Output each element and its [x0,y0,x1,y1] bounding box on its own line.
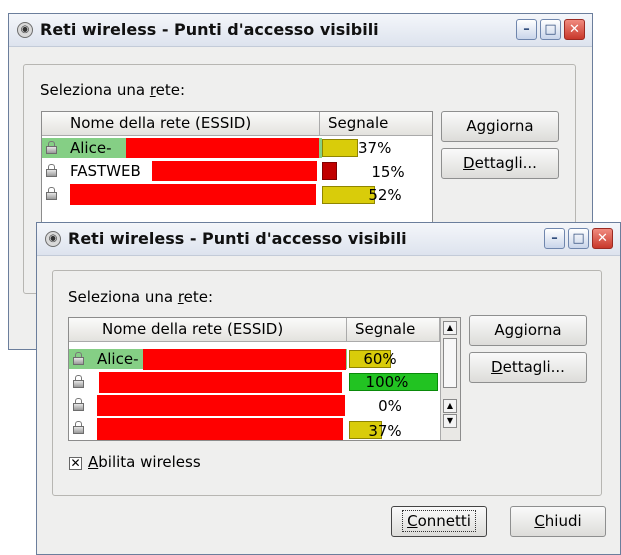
network-row[interactable] [69,418,347,440]
connection-dialog-window: ◉ Reti wireless - Punti d'accesso visibi… [36,222,621,555]
enable-wireless-checkbox[interactable]: ✕ [69,457,82,470]
signal-percent: 52% [368,186,402,204]
signal-percent: 37% [368,422,402,440]
minimize-button[interactable]: – [544,228,565,249]
close-icon: ✕ [569,22,580,37]
dialog-title: Reti wireless - Punti d'accesso visibili [68,229,407,248]
network-row[interactable]: Alice- [69,349,347,370]
signal-bar [322,162,337,180]
network-row[interactable] [69,372,347,393]
network-essid: Alice- [70,139,112,157]
scroll-up-button[interactable]: ▲ [443,321,457,335]
back-details-button[interactable]: Dettagli... [441,148,559,179]
network-essid: FASTWEB [70,162,141,180]
details-button[interactable]: Dettagli... [469,352,587,383]
wireless-app-icon: ◉ [17,22,33,38]
back-dialog-title: Reti wireless - Punti d'accesso visibili [40,20,379,39]
redaction-bar [70,184,316,205]
signal-percent: 0% [378,397,402,415]
back-minimize-button[interactable]: – [516,19,537,40]
lock-icon [73,398,84,411]
back-column-header-essid[interactable]: Nome della rete (ESSID) [42,112,320,136]
redaction-bar [152,161,317,181]
network-label: Seleziona una rete: [68,288,214,306]
lock-icon [46,141,57,154]
connect-button[interactable]: Connetti [391,506,487,537]
redaction-bar [126,138,319,158]
enable-wireless-label[interactable]: Abilita wireless [88,453,201,471]
back-maximize-button[interactable]: □ [540,19,561,40]
maximize-icon: □ [544,22,557,37]
back-network-label: Seleziona una rete: [40,81,186,99]
lock-icon [46,187,57,200]
column-header-essid[interactable]: Nome della rete (ESSID) [69,318,347,342]
redaction-bar [97,395,345,416]
redaction-bar [97,418,343,440]
network-essid: Alice- [97,350,139,368]
dialog-titlebar[interactable]: ◉ Reti wireless - Punti d'accesso visibi… [37,223,620,256]
close-button[interactable]: Chiudi [510,506,606,537]
signal-percent: 37% [358,139,392,157]
redaction-bar [99,372,342,393]
maximize-button[interactable]: □ [568,228,589,249]
minimize-icon: – [551,231,558,246]
network-list[interactable]: Nome della rete (ESSID) Segnale Alice- 6… [68,317,461,441]
network-list-scrollbar[interactable]: ▲ ▲ ▼ [440,318,460,440]
lock-icon [73,421,84,434]
close-icon: ✕ [597,231,608,246]
refresh-button[interactable]: Aggiorna [469,315,587,346]
back-network-row[interactable]: Alice- [42,138,322,158]
signal-percent: 60% [363,350,397,368]
lock-icon [73,375,84,388]
maximize-icon: □ [572,231,585,246]
minimize-icon: – [523,22,530,37]
signal-percent: 100% [365,373,409,391]
back-column-header-signal[interactable]: Segnale [320,112,432,136]
back-dialog-titlebar[interactable]: ◉ Reti wireless - Punti d'accesso visibi… [9,14,592,47]
scroll-up-button[interactable]: ▲ [443,399,457,413]
back-close-window-button[interactable]: ✕ [564,19,585,40]
lock-icon [46,164,57,177]
scroll-thumb[interactable] [443,338,457,388]
network-row[interactable] [69,395,347,416]
signal-percent: 15% [371,163,405,181]
redaction-bar [143,349,346,370]
back-refresh-button[interactable]: Aggiorna [441,111,559,142]
close-window-button[interactable]: ✕ [592,228,613,249]
lock-icon [73,352,84,365]
column-header-signal[interactable]: Segnale [347,318,440,342]
scroll-down-button[interactable]: ▼ [443,414,457,428]
signal-bar [322,139,358,157]
wireless-app-icon: ◉ [45,231,61,247]
